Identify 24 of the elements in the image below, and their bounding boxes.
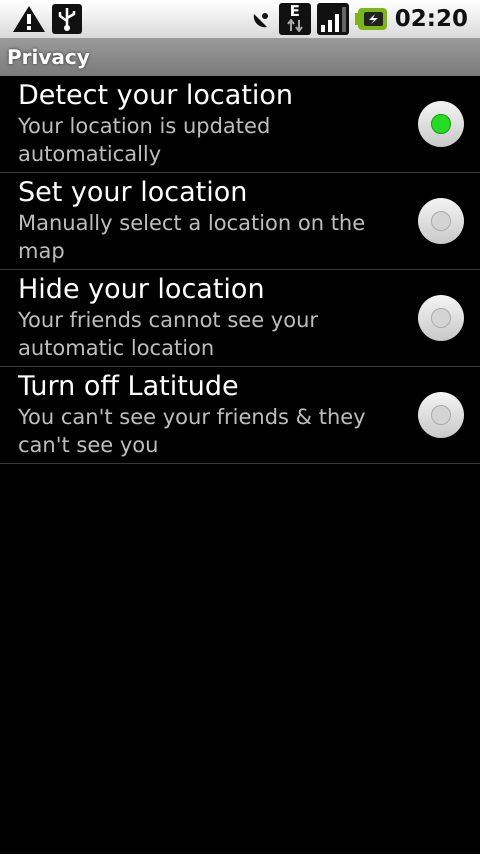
- radio-button[interactable]: [418, 198, 464, 244]
- battery-icon: [354, 7, 387, 31]
- option-summary: Manually select a location on the map: [18, 210, 366, 265]
- option-title: Turn off Latitude: [18, 371, 240, 403]
- option-title: Set your location: [18, 177, 248, 209]
- warning-icon: [12, 5, 46, 33]
- option-summary: Your location is updated automatically: [18, 113, 272, 168]
- option-summary: You can't see your friends & they can't see you: [18, 404, 367, 459]
- option-row[interactable]: Hide your location Your friends cannot see your automatic location: [0, 270, 480, 367]
- option-row[interactable]: Detect your location Your location is updated automatically: [0, 76, 480, 173]
- clock: 02:20: [394, 4, 468, 34]
- signal-icon: [316, 3, 349, 35]
- window-title: Privacy: [7, 44, 90, 71]
- option-title: Hide your location: [18, 274, 266, 306]
- usb-icon: [52, 4, 82, 34]
- option-row[interactable]: Set your location Manually select a location on the map: [0, 173, 480, 270]
- network-type-indicator: E: [278, 3, 311, 35]
- radio-button[interactable]: [418, 392, 464, 438]
- option-title: Detect your location: [18, 80, 294, 112]
- radio-button[interactable]: [418, 295, 464, 341]
- data-arrows-icon: [286, 19, 303, 32]
- option-summary: Your friends cannot see your automatic location: [18, 307, 320, 362]
- radio-button[interactable]: [418, 101, 464, 147]
- option-row[interactable]: Turn off Latitude You can't see your friends & they can't see you: [0, 367, 480, 464]
